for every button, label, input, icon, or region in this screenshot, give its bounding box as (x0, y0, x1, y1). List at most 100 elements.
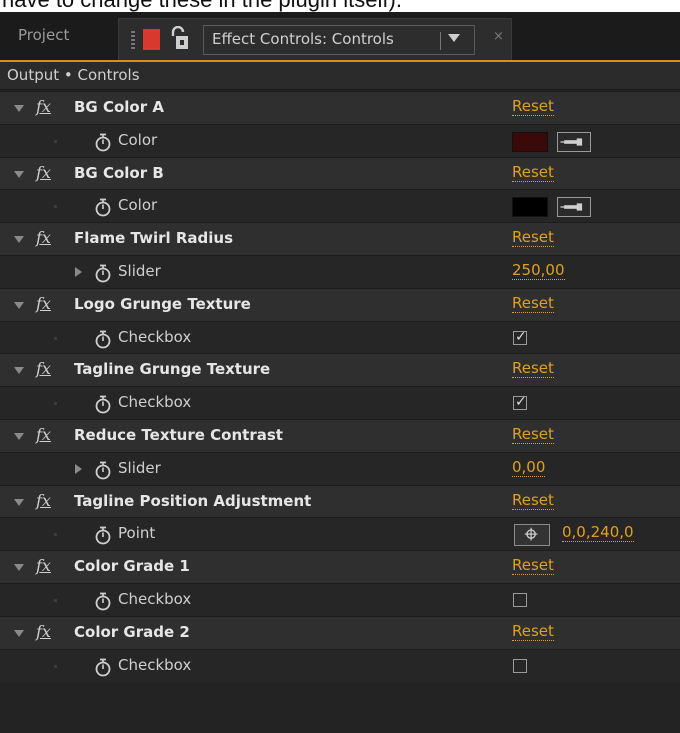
fx-icon[interactable]: fx (36, 294, 51, 313)
twirl-down-icon[interactable] (14, 105, 24, 112)
lock-icon[interactable] (169, 26, 189, 52)
tab-title: Effect Controls: Controls (212, 30, 394, 48)
fx-icon[interactable]: fx (36, 97, 51, 116)
tree-dot (54, 336, 57, 340)
twirl-down-icon[interactable] (14, 433, 24, 440)
fx-icon[interactable]: fx (36, 359, 51, 378)
effect-row[interactable]: fx Reduce Texture Contrast Reset (0, 419, 680, 452)
checkbox[interactable]: ✓ (513, 394, 527, 411)
tree-dot (54, 599, 57, 602)
twirl-down-icon[interactable] (14, 564, 24, 572)
effect-row[interactable]: fx Tagline Position Adjustment Reset (0, 484, 680, 518)
effect-row[interactable]: fx Flame Twirl Radius Reset (0, 222, 680, 256)
panel-tab-bar: Project Effect Controls: Controls × (0, 12, 680, 60)
tree-dot (54, 205, 57, 209)
point-value[interactable]: 0,0,240,0 (562, 524, 634, 543)
parameter-name: Slider (118, 262, 161, 280)
checkbox[interactable] (513, 593, 527, 607)
fx-icon[interactable]: fx (36, 228, 51, 247)
grip-icon[interactable] (131, 31, 135, 49)
eyedropper-icon[interactable] (557, 131, 591, 152)
parameter-row: Color (0, 189, 680, 223)
dropdown-separator (440, 32, 441, 50)
stopwatch-icon[interactable] (94, 591, 112, 611)
parameter-row: Slider 0,00 (0, 451, 680, 485)
close-icon[interactable]: × (493, 29, 504, 44)
effect-name: Tagline Position Adjustment (74, 491, 312, 510)
stopwatch-icon[interactable] (94, 525, 112, 545)
color-swatch[interactable] (512, 197, 548, 218)
reset-button[interactable]: Reset (512, 360, 554, 379)
eyedropper-icon[interactable] (557, 197, 591, 218)
stopwatch-icon[interactable] (94, 394, 112, 414)
twirl-down-icon[interactable] (14, 170, 24, 178)
stopwatch-icon[interactable] (94, 132, 112, 152)
stopwatch-icon[interactable] (94, 329, 112, 349)
stopwatch-icon[interactable] (94, 197, 112, 217)
effect-name: Tagline Grunge Texture (74, 360, 271, 379)
parameter-name: Checkbox (118, 327, 192, 346)
effect-name: Logo Grunge Texture (74, 294, 251, 313)
fx-icon[interactable]: fx (36, 556, 51, 575)
parameter-name: Checkbox (118, 655, 192, 674)
reset-button[interactable]: Reset (512, 229, 554, 248)
effect-row[interactable]: fx Color Grade 2 Reset (0, 615, 680, 649)
effect-row[interactable]: fx Logo Grunge Texture Reset (0, 287, 680, 321)
fx-icon[interactable]: fx (36, 425, 51, 444)
tree-dot (54, 664, 57, 668)
fx-icon[interactable]: fx (36, 622, 51, 641)
tree-dot (54, 402, 57, 406)
twirl-down-icon[interactable] (14, 236, 24, 244)
effect-name: BG Color B (74, 163, 164, 182)
label-color-swatch[interactable] (143, 29, 160, 50)
stopwatch-icon[interactable] (94, 460, 112, 480)
effect-name: Color Grade 2 (74, 622, 190, 641)
parameter-name: Color (118, 130, 158, 149)
reset-button[interactable]: Reset (512, 491, 554, 510)
parameter-row: Checkbox (0, 583, 680, 616)
twirl-down-icon[interactable] (14, 301, 24, 309)
effect-row[interactable]: fx Tagline Grunge Texture Reset (0, 353, 680, 387)
effect-controls-layer-menu[interactable]: Effect Controls: Controls (203, 25, 475, 55)
caption-text: have to change these in the plugin itsel… (0, 0, 680, 12)
reset-button[interactable]: Reset (512, 163, 554, 182)
effect-name: BG Color A (74, 98, 164, 116)
chevron-down-icon[interactable] (448, 34, 460, 42)
tab-project[interactable]: Project (18, 22, 69, 48)
stopwatch-icon[interactable] (94, 657, 112, 677)
stopwatch-icon[interactable] (94, 263, 112, 283)
checkmark-icon: ✓ (515, 394, 527, 411)
slider-value[interactable]: 250,00 (512, 262, 565, 280)
twirl-right-icon[interactable] (75, 267, 82, 277)
effect-name: Color Grade 1 (74, 557, 190, 576)
crosshair-icon[interactable] (514, 524, 550, 547)
effect-name: Reduce Texture Contrast (74, 426, 283, 444)
reset-button[interactable]: Reset (512, 98, 554, 116)
parameter-row: Point 0,0,240,0 (0, 517, 680, 551)
reset-button[interactable]: Reset (512, 622, 554, 641)
tree-dot (54, 139, 57, 143)
color-swatch[interactable] (512, 131, 548, 152)
tab-effect-controls[interactable]: Effect Controls: Controls × (118, 18, 512, 60)
twirl-right-icon[interactable] (75, 463, 82, 474)
reset-button[interactable]: Reset (512, 294, 554, 313)
twirl-down-icon[interactable] (14, 498, 24, 506)
slider-value[interactable]: 0,00 (512, 458, 546, 477)
fx-icon[interactable]: fx (36, 163, 51, 182)
reset-button[interactable]: Reset (512, 426, 554, 444)
parameter-row: Checkbox (0, 648, 680, 682)
fx-icon[interactable]: fx (36, 491, 51, 510)
twirl-down-icon[interactable] (14, 367, 24, 375)
checkbox[interactable]: ✓ (513, 328, 527, 345)
parameter-row: Color (0, 123, 680, 157)
effect-row[interactable]: fx Color Grade 1 Reset (0, 550, 680, 584)
reset-button[interactable]: Reset (512, 557, 554, 576)
effect-row[interactable]: fx BG Color B Reset (0, 156, 680, 190)
breadcrumb: Output • Controls (0, 62, 680, 90)
checkbox[interactable] (513, 658, 527, 673)
twirl-down-icon[interactable] (14, 629, 24, 637)
effect-name: Flame Twirl Radius (74, 229, 234, 248)
effect-row[interactable]: fx BG Color A Reset (0, 91, 680, 124)
parameter-row: Slider 250,00 (0, 255, 680, 288)
checkmark-icon: ✓ (515, 328, 527, 345)
